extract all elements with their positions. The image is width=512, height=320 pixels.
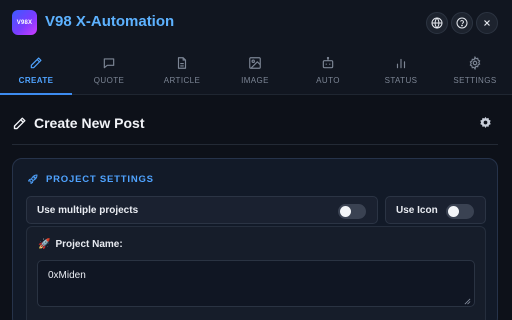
tab-label: SETTINGS bbox=[453, 76, 497, 85]
use-multiple-projects-label: Use multiple projects bbox=[37, 205, 139, 216]
globe-icon bbox=[431, 17, 443, 29]
quote-icon bbox=[103, 58, 115, 69]
resize-grip-icon[interactable] bbox=[464, 298, 471, 305]
project-settings-title: PROJECT SETTINGS bbox=[46, 173, 154, 185]
tab-label: IMAGE bbox=[241, 76, 269, 85]
toggle-knob bbox=[340, 206, 351, 217]
document-icon bbox=[177, 57, 187, 69]
pencil-icon bbox=[13, 117, 26, 129]
tab-label: CREATE bbox=[18, 76, 54, 85]
page-title: Create New Post bbox=[12, 114, 144, 132]
help-icon bbox=[456, 17, 468, 29]
tab-label: AUTO bbox=[316, 76, 340, 85]
tab-auto[interactable]: AUTO bbox=[292, 46, 364, 95]
language-button[interactable] bbox=[426, 12, 448, 34]
close-button[interactable] bbox=[476, 12, 498, 34]
tab-label: STATUS bbox=[384, 76, 418, 85]
app-header: V98X V98 X-Automation bbox=[0, 0, 512, 46]
project-settings-heading: PROJECT SETTINGS bbox=[27, 172, 154, 186]
bar-chart-icon bbox=[396, 58, 406, 69]
help-button[interactable] bbox=[451, 12, 473, 34]
toggle-knob bbox=[448, 206, 459, 217]
use-multiple-projects-row: Use multiple projects bbox=[26, 196, 378, 224]
project-name-label: 🚀 Project Name: bbox=[38, 238, 123, 250]
app-logo: V98X bbox=[12, 10, 37, 35]
gear-icon bbox=[469, 56, 481, 70]
use-icon-row: Use Icon bbox=[385, 196, 486, 224]
page-title-text: Create New Post bbox=[34, 115, 145, 131]
app-title: V98 X-Automation bbox=[45, 13, 175, 30]
tab-settings[interactable]: SETTINGS bbox=[438, 46, 512, 95]
gear-icon[interactable] bbox=[479, 116, 492, 129]
use-icon-label: Use Icon bbox=[396, 205, 438, 216]
image-icon bbox=[249, 57, 261, 69]
use-multiple-projects-toggle[interactable] bbox=[338, 204, 366, 219]
divider bbox=[12, 144, 498, 145]
active-tab-indicator bbox=[0, 93, 72, 95]
tab-label: ARTICLE bbox=[163, 76, 201, 85]
pencil-icon bbox=[30, 57, 42, 69]
project-name-label-text: Project Name: bbox=[55, 238, 123, 250]
tab-create[interactable]: CREATE bbox=[0, 46, 72, 95]
tab-bar: CREATE QUOTE ARTICLE IMAGE AUTO STATUS S… bbox=[0, 46, 512, 95]
tab-article[interactable]: ARTICLE bbox=[146, 46, 218, 95]
project-name-panel: 🚀 Project Name: 0xMiden bbox=[26, 226, 486, 320]
use-icon-toggle[interactable] bbox=[446, 204, 474, 219]
tab-status[interactable]: STATUS bbox=[365, 46, 437, 95]
project-name-input[interactable]: 0xMiden bbox=[37, 260, 475, 307]
tab-label: QUOTE bbox=[93, 76, 125, 85]
robot-icon bbox=[322, 56, 334, 69]
rocket-emoji-icon: 🚀 bbox=[38, 238, 51, 250]
tab-quote[interactable]: QUOTE bbox=[73, 46, 145, 95]
tab-image[interactable]: IMAGE bbox=[219, 46, 291, 95]
rocket-icon bbox=[28, 174, 38, 184]
close-icon bbox=[484, 20, 490, 26]
